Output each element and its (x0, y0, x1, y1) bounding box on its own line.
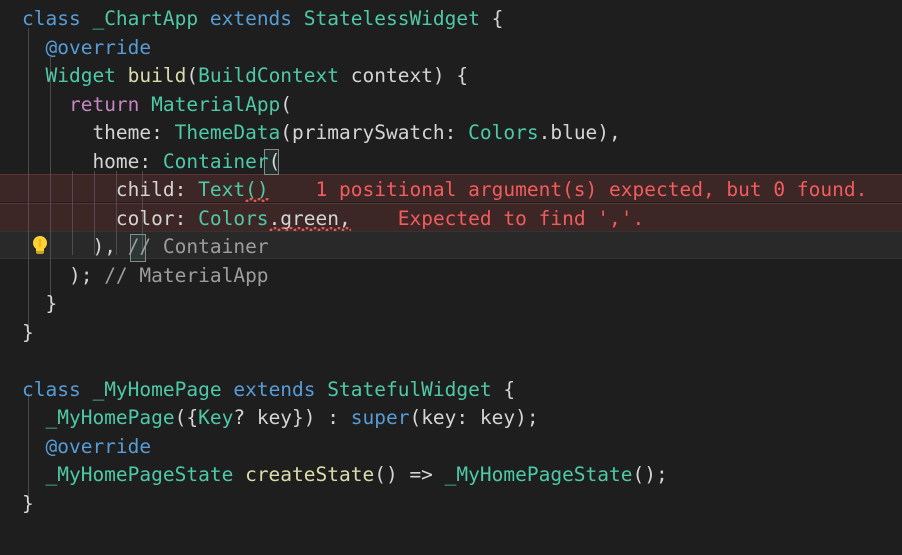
code-token: , (104, 235, 128, 258)
code-token: _MyHomePageState (444, 463, 633, 486)
code-token: Colors (198, 206, 269, 230)
code-token: Widget (45, 64, 128, 87)
diagnostic-gap (269, 176, 316, 204)
code-token: ( (280, 92, 293, 116)
code-token: super (350, 406, 410, 429)
code-token: _MyHomePage (92, 377, 234, 401)
code-token: } (22, 491, 34, 515)
code-token: .blue), (538, 121, 621, 144)
code-token: extends (233, 377, 328, 401)
code-token: { (491, 7, 504, 30)
code-token: extends (209, 7, 304, 30)
code-line[interactable]: @override (0, 433, 902, 461)
code-editor[interactable]: class _ChartApp extends StatelessWidget … (0, 0, 902, 555)
code-token: ( (268, 149, 281, 173)
lightbulb-icon[interactable] (30, 235, 50, 259)
code-token: _MyHomePage (45, 406, 175, 429)
code-token: createState (245, 463, 375, 486)
code-token: _MyHomePageState (45, 463, 246, 486)
code-token: Text (198, 178, 246, 201)
code-line[interactable]: _MyHomePageState createState() => _MyHom… (0, 461, 902, 489)
code-line[interactable]: theme: ThemeData(primarySwatch: Colors.b… (0, 119, 902, 147)
code-line[interactable]: class _MyHomePage extends StatefulWidget… (0, 376, 902, 404)
code-token: @override (45, 434, 152, 458)
code-line[interactable]: home: Container( (0, 148, 902, 176)
code-token: Key (198, 406, 234, 429)
code-line[interactable]: class _ChartApp extends StatelessWidget … (0, 5, 902, 33)
code-token: ThemeData (174, 121, 281, 144)
error-squiggly-token: .green, (268, 205, 351, 233)
code-token: (key: key); (409, 406, 539, 429)
code-line[interactable]: } (0, 290, 902, 318)
code-token: // Container (127, 235, 269, 258)
code-token: Colors (468, 121, 539, 144)
code-token: } (22, 320, 34, 344)
code-line[interactable]: Widget build(BuildContext context) { (0, 62, 902, 90)
code-token: StatefulWidget (327, 377, 504, 401)
code-token: build (127, 64, 187, 87)
code-line[interactable]: ), // Container (0, 233, 902, 261)
code-token: { (503, 377, 516, 401)
code-token: theme: (22, 121, 175, 144)
inline-diagnostic-message: Expected to find ','. (397, 206, 645, 230)
code-line[interactable]: child: Text() 1 positional argument(s) e… (0, 176, 902, 204)
diagnostic-gap (351, 205, 398, 233)
code-token: StatelessWidget (303, 7, 492, 30)
code-token: MaterialApp (151, 92, 281, 116)
lightbulb-base (36, 251, 44, 254)
code-token: class (22, 377, 93, 401)
inline-diagnostic-message: 1 positional argument(s) expected, but 0… (315, 178, 868, 201)
code-line[interactable]: color: Colors.green, Expected to find ',… (0, 205, 902, 233)
code-line[interactable]: ); // MaterialApp (0, 262, 902, 290)
code-line[interactable]: @override (0, 34, 902, 62)
code-token: home: (22, 149, 163, 173)
code-line[interactable]: } (0, 490, 902, 518)
code-token: @override (45, 35, 152, 59)
code-line[interactable]: } (0, 319, 902, 347)
code-token: context) { (339, 64, 469, 87)
code-token: color: (22, 206, 199, 230)
code-token: return (68, 92, 152, 116)
code-token: (primarySwatch: (280, 121, 469, 144)
code-token: _ChartApp (92, 7, 210, 30)
code-token: ( (186, 64, 199, 87)
code-token: () => (374, 463, 445, 486)
lightbulb-filament (39, 239, 41, 247)
code-line[interactable] (0, 347, 902, 375)
code-token: class (22, 7, 93, 30)
code-token: } (22, 292, 58, 315)
code-token: ); (22, 263, 105, 287)
code-token: ) (92, 235, 105, 258)
code-token: Container (162, 149, 269, 173)
error-squiggly-token: () (245, 176, 270, 204)
code-token: BuildContext (198, 64, 340, 87)
code-token: child: (22, 178, 199, 201)
code-line[interactable]: return MaterialApp( (0, 91, 902, 119)
code-token: ? key}) : (233, 406, 351, 429)
code-token: (); (632, 463, 668, 486)
code-token: // MaterialApp (104, 263, 269, 287)
code-line[interactable]: _MyHomePage({Key? key}) : super(key: key… (0, 404, 902, 432)
code-token: ({ (174, 406, 199, 429)
